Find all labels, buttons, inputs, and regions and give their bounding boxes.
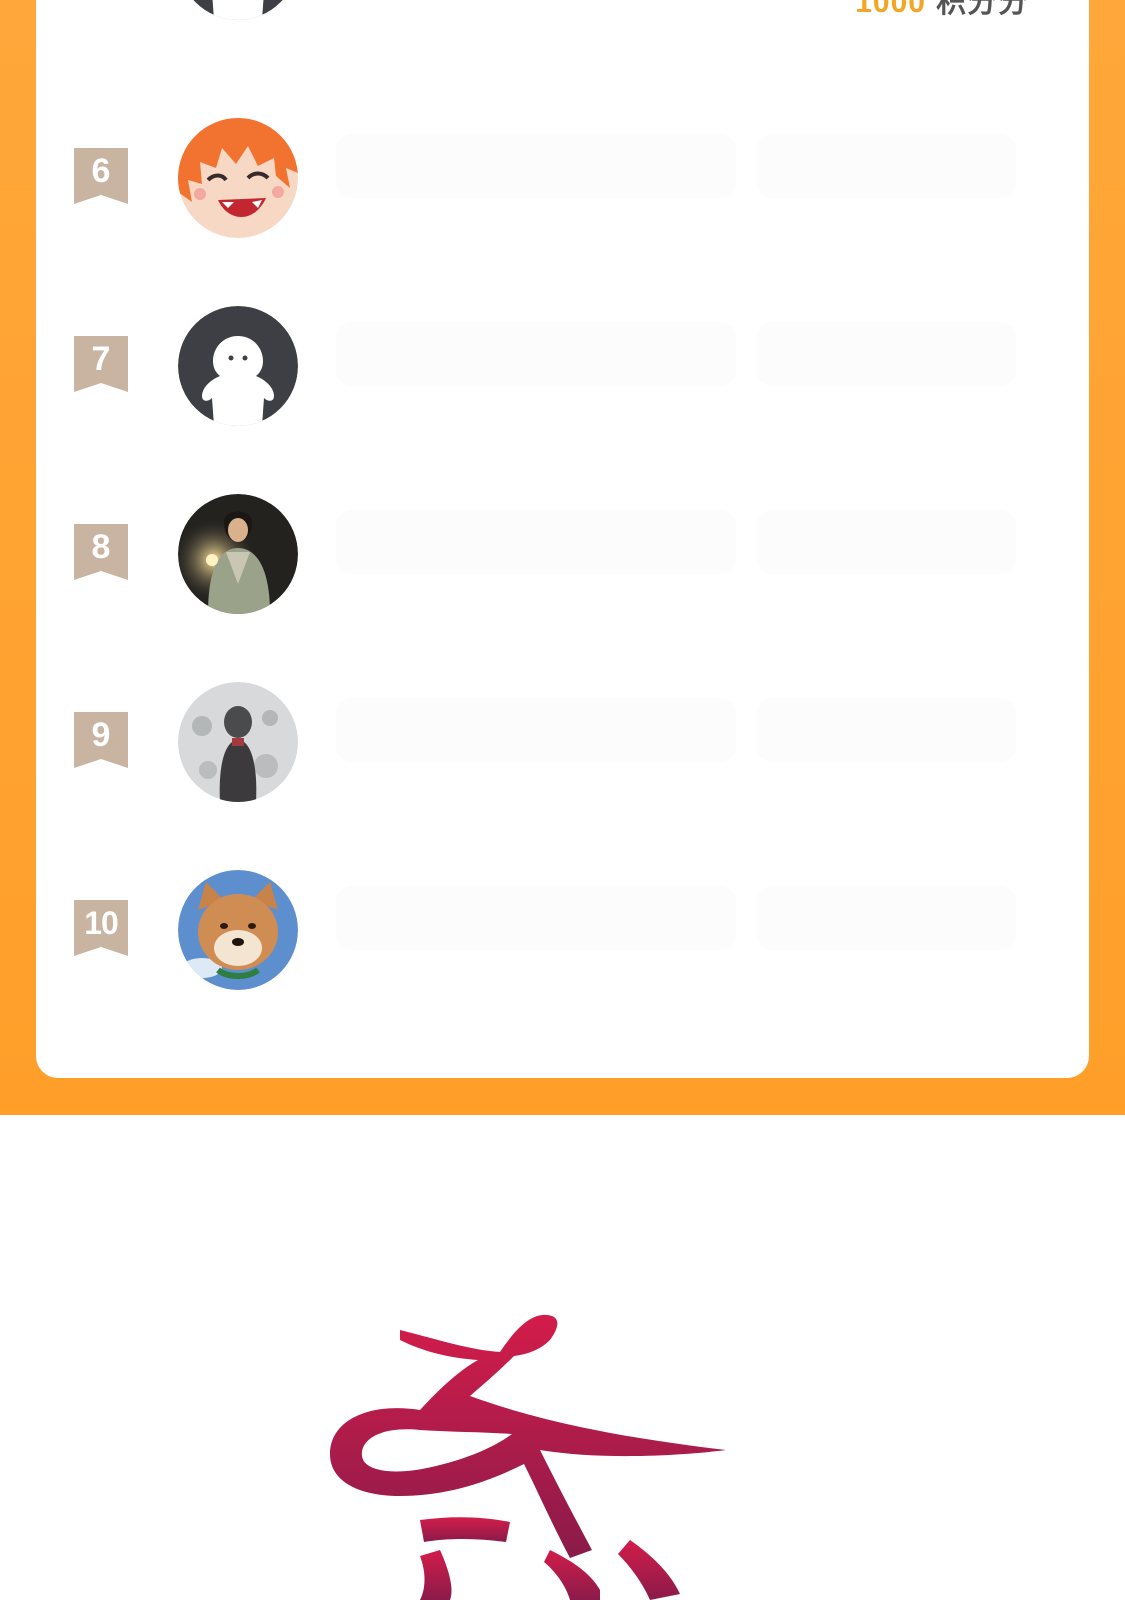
- photo-person-sparkler-avatar-icon[interactable]: [178, 494, 298, 614]
- anime-orange-hair-avatar-icon[interactable]: [178, 118, 298, 238]
- blurred-score: [756, 886, 1016, 950]
- blurred-score: [756, 698, 1016, 762]
- rank-flag: 7: [74, 336, 128, 392]
- blurred-score: [756, 510, 1016, 574]
- default-ghost-avatar-icon[interactable]: [178, 306, 298, 426]
- blurred-username: [336, 510, 736, 574]
- leaderboard-row[interactable]: 7: [36, 298, 1089, 458]
- rank-flag: 9: [74, 712, 128, 768]
- rank-flag: 6: [74, 148, 128, 204]
- grayscale-figure-avatar-icon[interactable]: [178, 682, 298, 802]
- leaderboard-row[interactable]: 10: [36, 862, 1089, 1022]
- blurred-username: [336, 322, 736, 386]
- leaderboard-row[interactable]: 6: [36, 110, 1089, 270]
- leaderboard-page: 1000 积分分 6 7 8 9 10: [0, 0, 1125, 1600]
- blurred-username: [336, 134, 736, 198]
- blurred-score: [756, 134, 1016, 198]
- default-ghost-avatar-icon[interactable]: [178, 0, 298, 20]
- score-value: 1000: [855, 0, 926, 19]
- score-label: 1000 积分分: [855, 0, 1029, 18]
- leaderboard-row[interactable]: 9: [36, 674, 1089, 834]
- calligraphy-logo: [300, 1310, 760, 1600]
- leaderboard-row[interactable]: 8: [36, 486, 1089, 646]
- leaderboard-list: 1000 积分分 6 7 8 9 10: [36, 0, 1089, 1078]
- blurred-score: [756, 322, 1016, 386]
- leaderboard-card: 1000 积分分 6 7 8 9 10: [36, 0, 1089, 1078]
- shiba-dog-avatar-icon[interactable]: [178, 870, 298, 990]
- rank-flag: 10: [74, 900, 128, 956]
- score-unit: 积分分: [936, 0, 1029, 19]
- rank-flag: 8: [74, 524, 128, 580]
- blurred-username: [336, 886, 736, 950]
- blurred-username: [336, 698, 736, 762]
